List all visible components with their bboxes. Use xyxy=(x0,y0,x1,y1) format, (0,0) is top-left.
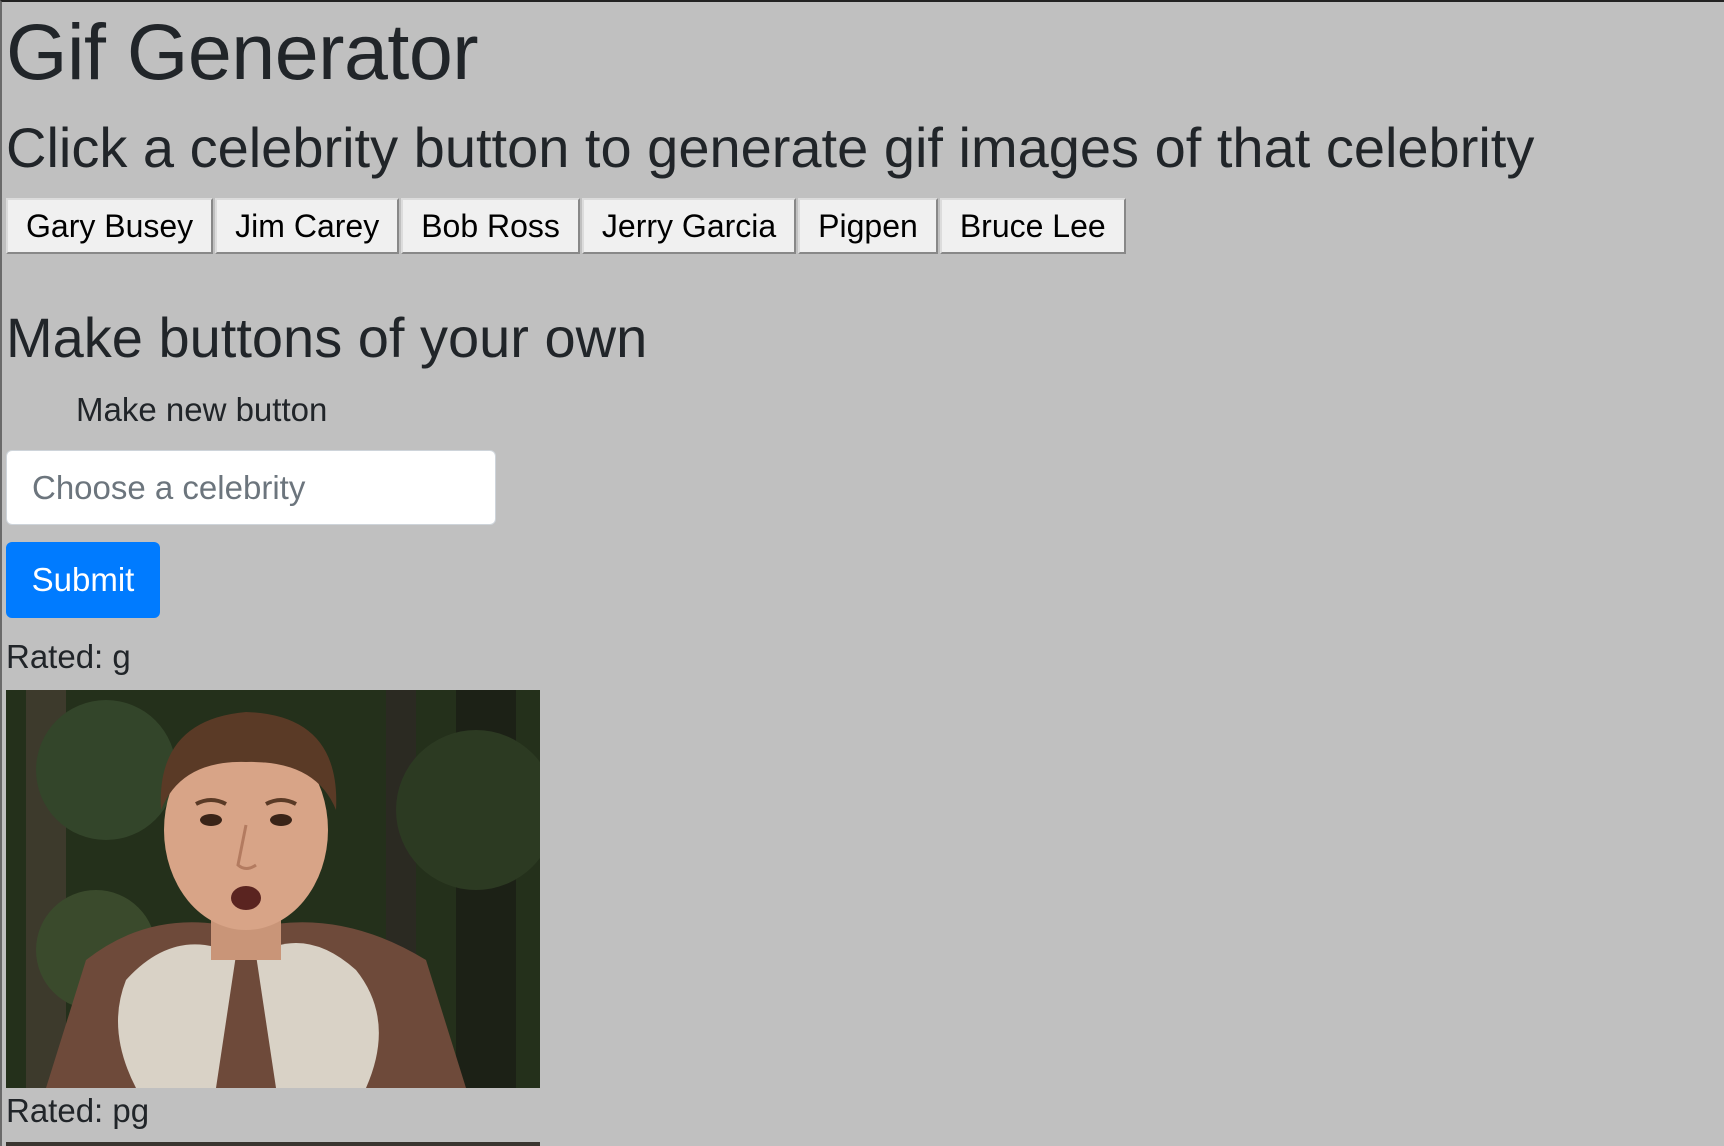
celebrity-button-bruce-lee[interactable]: Bruce Lee xyxy=(939,198,1126,254)
celebrity-button-bob-ross[interactable]: Bob Ross xyxy=(401,198,580,254)
gif-image[interactable] xyxy=(6,690,540,1088)
celebrity-button-row: Gary Busey Jim Carey Bob Ross Jerry Garc… xyxy=(6,198,1126,254)
celebrity-input[interactable] xyxy=(6,450,496,525)
gif-image[interactable] xyxy=(6,1142,540,1146)
celebrity-button-jim-carey[interactable]: Jim Carey xyxy=(215,198,400,254)
gif-rating-label: Rated: g xyxy=(6,638,131,675)
page-subtitle: Click a celebrity button to generate gif… xyxy=(6,116,1535,179)
gif-rating-label: Rated: pg xyxy=(6,1092,150,1129)
page-title: Gif Generator xyxy=(6,7,479,96)
celebrity-button-jerry-garcia[interactable]: Jerry Garcia xyxy=(581,198,797,254)
make-buttons-heading: Make buttons of your own xyxy=(6,306,648,369)
gif-image-illustration xyxy=(6,690,540,1088)
celebrity-button-gary-busey[interactable]: Gary Busey xyxy=(6,198,214,254)
page: Gif Generator Click a celebrity button t… xyxy=(0,0,1724,1146)
submit-button[interactable]: Submit xyxy=(6,542,160,618)
celebrity-button-pigpen[interactable]: Pigpen xyxy=(798,198,938,254)
make-new-button-label: Make new button xyxy=(76,391,328,428)
